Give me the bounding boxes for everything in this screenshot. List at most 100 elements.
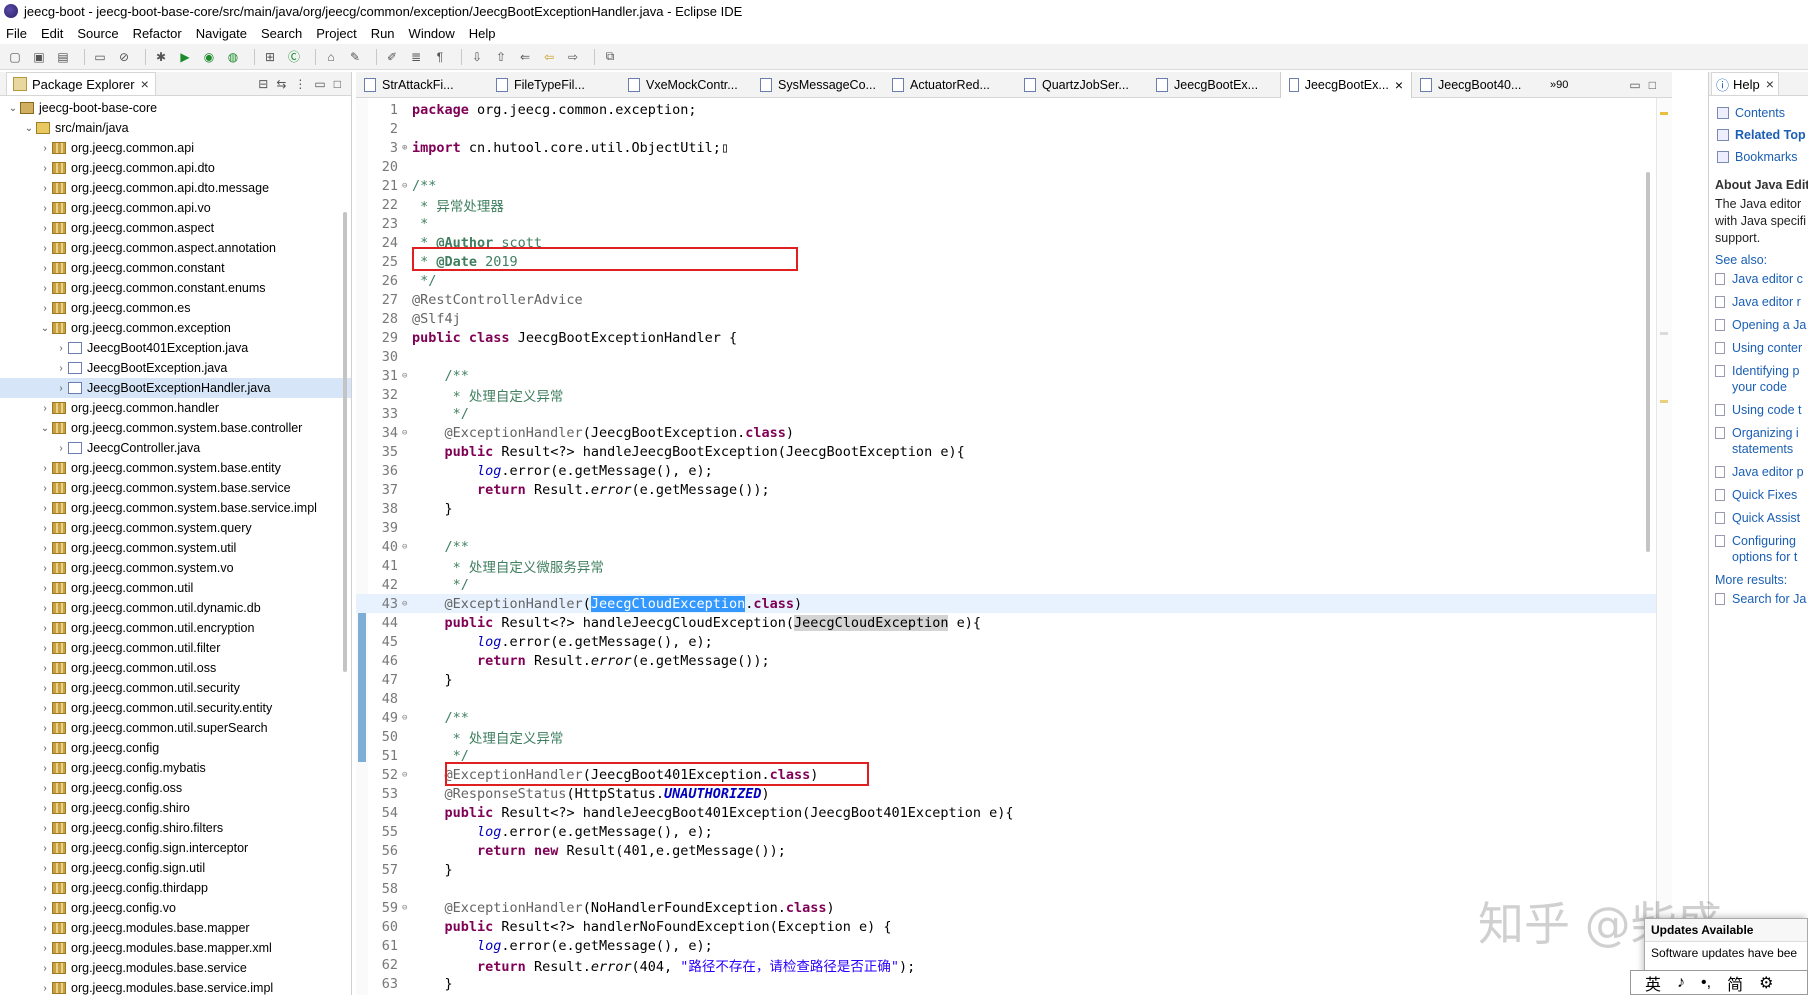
tab-overflow-button[interactable]: »90	[1550, 79, 1568, 91]
tree-item[interactable]: › org.jeecg.config.shiro.filters	[0, 818, 351, 838]
menu-run[interactable]: Run	[371, 26, 395, 41]
help-topic-link[interactable]: Java editor c	[1709, 271, 1808, 287]
tree-item[interactable]: › org.jeecg.common.handler	[0, 398, 351, 418]
code-line[interactable]: 39	[356, 518, 1672, 537]
chevron-right-icon[interactable]: ›	[38, 823, 52, 834]
tree-item[interactable]: › org.jeecg.common.system.base.service.im…	[0, 498, 351, 518]
open-perspective-icon[interactable]: ⧉	[601, 48, 619, 66]
tree-item[interactable]: › org.jeecg.common.system.vo	[0, 558, 351, 578]
chevron-right-icon[interactable]: ›	[38, 963, 52, 974]
menu-help[interactable]: Help	[469, 26, 496, 41]
help-topic-link[interactable]: Configuring options for t	[1709, 533, 1808, 565]
fold-toggle-icon[interactable]: ⊖	[402, 599, 412, 609]
tree-item[interactable]: › org.jeecg.modules.base.mapper.xml	[0, 938, 351, 958]
code-line[interactable]: 44 public Result<?> handleJeecgCloudExce…	[356, 613, 1672, 632]
tree-item[interactable]: › org.jeecg.config.mybatis	[0, 758, 351, 778]
code-line[interactable]: 38 }	[356, 499, 1672, 518]
tree-item[interactable]: ⌄ org.jeecg.common.system.base.controller	[0, 418, 351, 438]
chevron-right-icon[interactable]: ›	[38, 923, 52, 934]
chevron-right-icon[interactable]: ›	[38, 843, 52, 854]
chevron-right-icon[interactable]: ›	[54, 383, 68, 394]
help-topic-link[interactable]: Java editor p	[1709, 464, 1808, 480]
editor-tab[interactable]: JeecgBoot40...	[1412, 72, 1544, 98]
help-link[interactable]: Related Top	[1717, 124, 1808, 146]
code-line[interactable]: 20	[356, 157, 1672, 176]
editor-tab[interactable]: VxeMockContr...	[620, 72, 752, 98]
overview-mark[interactable]	[1660, 332, 1668, 335]
editor-minmax-icon[interactable]: ▭□	[1629, 78, 1672, 92]
tree-item[interactable]: › org.jeecg.config.thirdapp	[0, 878, 351, 898]
fold-toggle-icon[interactable]: ⊖	[402, 181, 412, 191]
help-link[interactable]: Bookmarks	[1717, 146, 1808, 168]
tree-item[interactable]: › org.jeecg.config.sign.interceptor	[0, 838, 351, 858]
fold-toggle-icon[interactable]: ⊖	[402, 770, 412, 780]
debug-icon[interactable]: ✱	[152, 48, 170, 66]
editor-tab[interactable]: QuartzJobSer...	[1016, 72, 1148, 98]
chevron-right-icon[interactable]: ›	[54, 343, 68, 354]
code-line[interactable]: 2	[356, 119, 1672, 138]
code-line[interactable]: 41 * 处理自定义微服务异常	[356, 556, 1672, 576]
fold-toggle-icon[interactable]: ⊖	[402, 542, 412, 552]
chevron-right-icon[interactable]: ›	[38, 403, 52, 414]
close-icon[interactable]: ×	[1395, 77, 1403, 93]
code-line[interactable]: 33 */	[356, 404, 1672, 423]
minimize-icon[interactable]: ▭	[314, 77, 325, 91]
chevron-down-icon[interactable]: ⌄	[22, 123, 36, 134]
code-line[interactable]: 29 public class JeecgBootExceptionHandler…	[356, 328, 1672, 347]
chevron-right-icon[interactable]: ›	[38, 143, 52, 154]
code-line[interactable]: 32 * 处理自定义异常	[356, 385, 1672, 405]
chevron-right-icon[interactable]: ›	[38, 543, 52, 554]
chevron-right-icon[interactable]: ›	[38, 723, 52, 734]
code-line[interactable]: 57 }	[356, 860, 1672, 879]
code-line[interactable]: 43 ⊖ @ExceptionHandler(JeecgCloudExceptio…	[356, 594, 1672, 613]
code-line[interactable]: 42 */	[356, 575, 1672, 594]
code-line[interactable]: 3 ⊕ import cn.hutool.core.util.ObjectUtil;…	[356, 138, 1672, 157]
code-line[interactable]: 23 *	[356, 214, 1672, 233]
help-search-link[interactable]: Search for Ja	[1709, 591, 1808, 607]
fold-toggle-icon[interactable]: ⊖	[402, 371, 412, 381]
chevron-right-icon[interactable]: ›	[38, 763, 52, 774]
help-topic-link[interactable]: Identifying p your code	[1709, 363, 1808, 395]
new-java-package-icon[interactable]: ⊞	[261, 48, 279, 66]
tree-item[interactable]: › org.jeecg.common.system.base.service	[0, 478, 351, 498]
tree-item[interactable]: › org.jeecg.config.vo	[0, 898, 351, 918]
chevron-right-icon[interactable]: ›	[38, 583, 52, 594]
chevron-down-icon[interactable]: ⌄	[6, 103, 20, 114]
chevron-right-icon[interactable]: ›	[38, 703, 52, 714]
tree-item[interactable]: › org.jeecg.common.util.security	[0, 678, 351, 698]
code-line[interactable]: 35 public Result<?> handleJeecgBootExcep…	[356, 442, 1672, 461]
tree-item[interactable]: ⌄ src/main/java	[0, 118, 351, 138]
tree-item[interactable]: › org.jeecg.config.sign.util	[0, 858, 351, 878]
tree-item[interactable]: › org.jeecg.common.util.oss	[0, 658, 351, 678]
back-icon[interactable]: ⇦	[540, 48, 558, 66]
editor-scrollbar[interactable]	[1646, 172, 1650, 552]
code-line[interactable]: 53 @ResponseStatus(HttpStatus.UNAUTHORIZ…	[356, 784, 1672, 803]
overview-mark[interactable]	[1660, 400, 1668, 403]
help-link[interactable]: Contents	[1717, 102, 1808, 124]
help-tab[interactable]: ⓘ Help ×	[1711, 72, 1779, 95]
chevron-right-icon[interactable]: ›	[38, 863, 52, 874]
ime-button[interactable]: 英	[1645, 971, 1661, 995]
menu-search[interactable]: Search	[261, 26, 302, 41]
chevron-right-icon[interactable]: ›	[38, 683, 52, 694]
toggle-word-wrap-icon[interactable]: ≣	[407, 48, 425, 66]
view-menu-icon[interactable]: ⋮	[294, 77, 306, 91]
code-line[interactable]: 46 return Result.error(e.getMessage());	[356, 651, 1672, 670]
chevron-right-icon[interactable]: ›	[38, 603, 52, 614]
code-line[interactable]: 26 */	[356, 271, 1672, 290]
help-topic-link[interactable]: Quick Assist	[1709, 510, 1808, 526]
fold-toggle-icon[interactable]: ⊖	[402, 713, 412, 723]
tree-item[interactable]: › org.jeecg.modules.base.service	[0, 958, 351, 978]
code-line[interactable]: 37 return Result.error(e.getMessage());	[356, 480, 1672, 499]
ime-button[interactable]: ♪	[1677, 974, 1685, 992]
chevron-right-icon[interactable]: ›	[38, 263, 52, 274]
menu-window[interactable]: Window	[409, 26, 455, 41]
help-topic-link[interactable]: Java editor r	[1709, 294, 1808, 310]
chevron-right-icon[interactable]: ›	[38, 643, 52, 654]
tree-item[interactable]: › org.jeecg.common.util.superSearch	[0, 718, 351, 738]
help-topic-link[interactable]: Using code t	[1709, 402, 1808, 418]
chevron-right-icon[interactable]: ›	[38, 803, 52, 814]
code-area[interactable]: 1 package org.jeecg.common.exception; 2 3 ⊕ i…	[356, 100, 1672, 993]
tree-item[interactable]: › JeecgBootExceptionHandler.java	[0, 378, 351, 398]
tree-item[interactable]: › org.jeecg.modules.base.service.impl	[0, 978, 351, 995]
